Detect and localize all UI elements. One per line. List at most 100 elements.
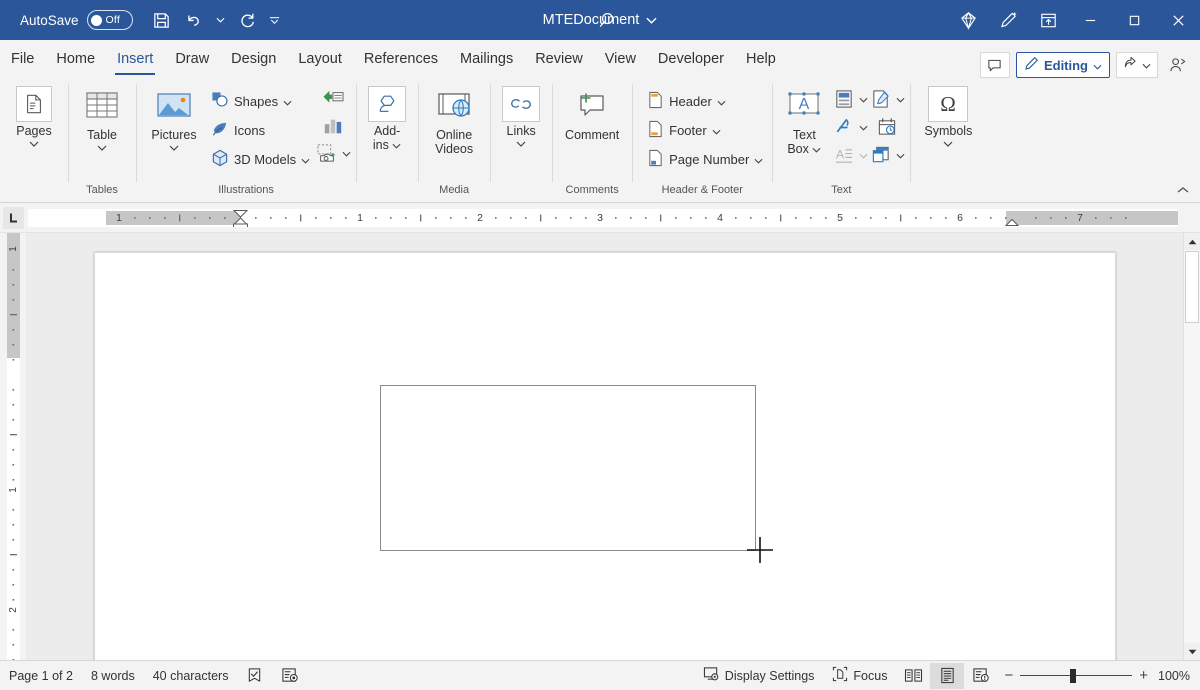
autosave-toggle[interactable]: Off [87,10,133,30]
signature-line-chevron-down-icon[interactable] [896,90,905,108]
maximize-button[interactable] [1112,0,1156,40]
links-chevron-down-icon[interactable] [516,139,526,147]
close-button[interactable] [1156,0,1200,40]
document-canvas[interactable] [26,233,1183,660]
customize-quick-access-toolbar-icon[interactable] [265,5,285,35]
share-chevron-down-icon[interactable] [1142,56,1151,74]
tab-file[interactable]: File [0,41,45,77]
zoom-level-label[interactable]: 100% [1154,669,1190,683]
wordart-icon[interactable] [831,115,857,139]
table-button[interactable]: Table [73,82,131,151]
online-videos-button[interactable]: Online Videos [423,82,485,156]
focus-button[interactable]: Focus [823,662,896,690]
footer-button[interactable]: Footer [643,116,767,144]
zoom-slider[interactable]: − + [1004,671,1148,681]
tab-help[interactable]: Help [735,41,787,77]
catch-up-icon[interactable] [1164,52,1192,78]
page-info[interactable]: Page 1 of 2 [0,662,82,690]
document-page[interactable] [94,252,1116,660]
character-count[interactable]: 40 characters [144,662,238,690]
scroll-down-arrow-icon[interactable] [1184,643,1200,660]
document-title-text[interactable]: MTEDocument [543,12,640,28]
display-settings-button[interactable]: Display Settings [694,662,824,690]
save-icon[interactable] [147,5,177,35]
horizontal-ruler[interactable]: 1 1 2 3 4 5 6 7 [28,209,1178,227]
3d-models-button[interactable]: 3D Models [207,145,314,173]
links-button[interactable]: Links [495,82,547,147]
undo-icon[interactable] [179,5,209,35]
shapes-button[interactable]: Shapes [207,87,314,115]
redo-icon[interactable] [233,5,263,35]
diamond-icon[interactable] [948,0,988,40]
symbols-button[interactable]: Ω Symbols [915,82,981,147]
zoom-track[interactable] [1020,675,1132,677]
editing-chevron-down-icon[interactable] [1093,58,1102,73]
page-number-button[interactable]: Page Number [643,145,767,173]
tab-insert[interactable]: Insert [106,41,164,77]
scroll-up-arrow-icon[interactable] [1184,233,1200,250]
chart-icon[interactable] [320,114,346,138]
header-button[interactable]: Header [643,87,767,115]
pages-button[interactable]: Pages [5,82,63,147]
word-count[interactable]: 8 words [82,662,144,690]
collapse-ribbon-button[interactable] [1174,182,1192,198]
tab-draw[interactable]: Draw [164,41,220,77]
pages-chevron-down-icon[interactable] [29,139,39,147]
screenshot-chevron-down-icon[interactable] [342,144,351,162]
smartart-icon[interactable] [320,87,346,111]
shapes-chevron-down-icon[interactable] [283,94,292,109]
tab-references[interactable]: References [353,41,449,77]
wordart-chevron-down-icon[interactable] [859,118,868,136]
tab-developer[interactable]: Developer [647,41,735,77]
icons-button[interactable]: Icons [207,116,314,144]
quick-parts-chevron-down-icon[interactable] [859,90,868,108]
read-mode-view-button[interactable] [896,663,930,689]
tab-layout[interactable]: Layout [287,41,353,77]
comments-button[interactable] [980,52,1010,78]
screenshot-icon[interactable] [314,141,340,165]
zoom-out-button[interactable]: − [1004,671,1013,681]
autosave-control[interactable]: AutoSave Off [20,10,133,30]
undo-chevron-down-icon[interactable] [211,5,231,35]
3d-models-chevron-down-icon[interactable] [301,152,310,167]
date-time-icon[interactable] [874,115,900,139]
minimize-button[interactable] [1068,0,1112,40]
text-box-button[interactable]: A Text Box [777,82,831,156]
vertical-ruler[interactable]: 1 1 2 [0,233,26,660]
page-number-chevron-down-icon[interactable] [754,152,763,167]
tab-stop-selector[interactable] [3,207,24,229]
search-icon[interactable] [598,10,619,36]
tab-review[interactable]: Review [524,41,594,77]
scrollbar-thumb[interactable] [1185,251,1199,323]
comment-button[interactable]: Comment [557,82,627,142]
share-button[interactable] [1116,52,1158,78]
editing-mode-button[interactable]: Editing [1016,52,1110,78]
accessibility-checker-icon[interactable] [272,662,308,690]
drawn-rectangle[interactable] [380,385,756,551]
signature-line-icon[interactable] [868,87,894,111]
document-title-chevron-down-icon[interactable] [646,12,657,28]
quick-parts-icon[interactable] [831,87,857,111]
web-layout-view-button[interactable] [964,663,998,689]
tab-design[interactable]: Design [220,41,287,77]
footer-chevron-down-icon[interactable] [712,123,721,138]
add-ins-chevron-down-icon[interactable] [392,138,401,152]
pictures-chevron-down-icon[interactable] [169,143,179,151]
text-box-chevron-down-icon[interactable] [812,142,821,156]
table-chevron-down-icon[interactable] [97,143,107,151]
object-chevron-down-icon[interactable] [896,146,905,164]
tab-view[interactable]: View [594,41,647,77]
symbols-chevron-down-icon[interactable] [943,139,953,147]
pictures-button[interactable]: Pictures [141,82,207,151]
print-layout-view-button[interactable] [930,663,964,689]
proofing-status-icon[interactable] [237,662,272,690]
object-icon[interactable] [868,143,894,167]
tab-mailings[interactable]: Mailings [449,41,524,77]
zoom-in-button[interactable]: + [1139,671,1148,681]
vertical-scrollbar[interactable] [1183,233,1200,660]
header-chevron-down-icon[interactable] [717,94,726,109]
ribbon-display-options-icon[interactable] [1028,0,1068,40]
add-ins-button[interactable]: Add- ins [361,82,413,152]
editor-pen-icon[interactable] [988,0,1028,40]
zoom-thumb[interactable] [1070,669,1076,683]
